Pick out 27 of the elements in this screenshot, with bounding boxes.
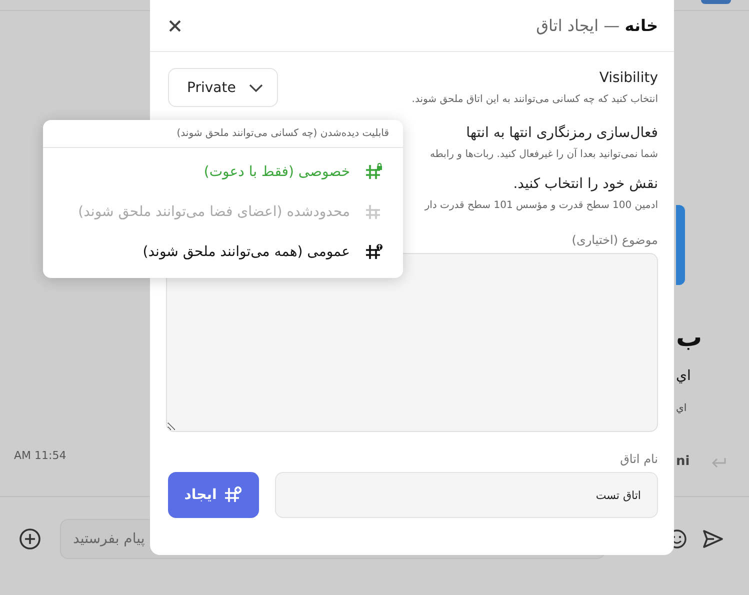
field-label: نقش خود را انتخاب کنید. xyxy=(513,176,658,192)
dialog-title: خانه — ایجاد اتاق xyxy=(536,16,658,35)
hash-lock-icon xyxy=(364,163,383,181)
menu-option[interactable]: عمومی (همه می‌توانند ملحق شوند) xyxy=(43,232,403,272)
chevron-down-icon xyxy=(249,84,263,92)
close-icon[interactable] xyxy=(168,18,182,32)
message-time: AM 11:54 xyxy=(14,449,66,462)
add-icon[interactable] xyxy=(19,528,41,550)
hash-plus-icon xyxy=(222,486,243,504)
menu-heading: قابلیت دیده‌شدن (چه کسانی می‌توانند ملحق شوند) xyxy=(43,120,403,148)
sender-name: ni xyxy=(676,454,690,469)
heading-fragment: ب xyxy=(676,322,702,355)
room-name-field[interactable]: اتاق تست xyxy=(275,472,658,518)
field-description: انتخاب کنید که چه کسانی می‌توانند به این اتاق ملحق شوند. xyxy=(412,94,658,105)
field-label: Visibility xyxy=(598,70,658,86)
field-description: ادمین 100 سطح قدرت و مؤسس 101 سطح قدرت دار xyxy=(424,200,658,211)
menu-option: محدودشده (اعضای فضا می‌توانند ملحق شوند) xyxy=(43,192,403,232)
text-fragment: اي xyxy=(676,367,691,386)
send-icon[interactable] xyxy=(702,529,724,549)
hash-icon xyxy=(364,203,383,221)
field-label: موضوع (اختیاری) xyxy=(570,233,658,247)
field-description: شما نمی‌توانید بعدا آن را غیرفعال کنید. ربات‌ها و رابطه xyxy=(430,149,658,160)
visibility-dropdown[interactable]: Private xyxy=(168,68,278,107)
field-label: فعال‌سازی رمزنگاری انتها به انتها xyxy=(466,125,658,141)
field-label: نام اتاق xyxy=(619,452,658,466)
create-button[interactable]: ایجاد xyxy=(168,472,259,518)
text-fragment: اي xyxy=(676,402,687,416)
